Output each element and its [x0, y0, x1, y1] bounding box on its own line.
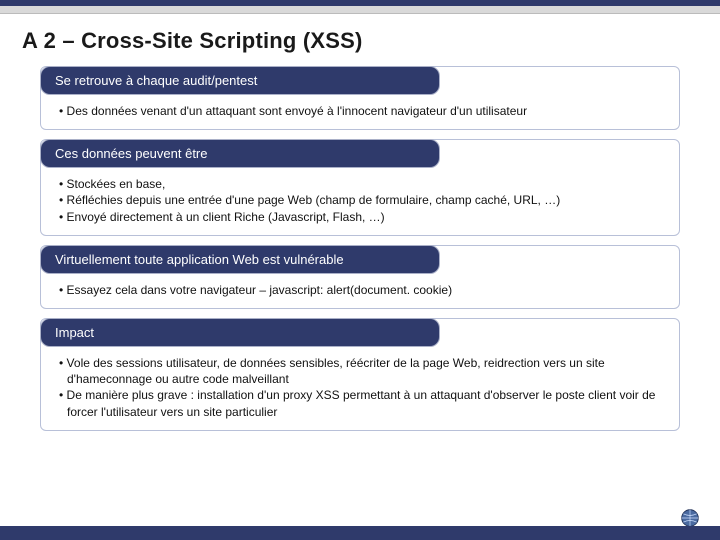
section-3-body: Essayez cela dans votre navigateur – jav…: [41, 274, 679, 308]
section-1-body: Des données venant d'un attaquant sont e…: [41, 95, 679, 129]
bullet: De manière plus grave : installation d'u…: [59, 387, 667, 419]
bullet: Vole des sessions utilisateur, de donnée…: [59, 355, 667, 387]
content-area: Se retrouve à chaque audit/pentest Des d…: [40, 66, 680, 440]
section-2-header: Ces données peuvent être: [40, 139, 440, 168]
bottom-accent-bar: [0, 526, 720, 540]
page-title: A 2 – Cross-Site Scripting (XSS): [22, 28, 363, 54]
top-gray-bar: [0, 6, 720, 14]
bullet: Envoyé directement à un client Riche (Ja…: [59, 209, 667, 225]
section-2: Ces données peuvent être Stockées en bas…: [40, 139, 680, 236]
bullet: Stockées en base,: [59, 176, 667, 192]
globe-icon: [680, 508, 700, 528]
bullet: Des données venant d'un attaquant sont e…: [59, 103, 667, 119]
section-1-header: Se retrouve à chaque audit/pentest: [40, 66, 440, 95]
section-3: Virtuellement toute application Web est …: [40, 245, 680, 309]
section-1: Se retrouve à chaque audit/pentest Des d…: [40, 66, 680, 130]
bullet: Réfléchies depuis une entrée d'une page …: [59, 192, 667, 208]
section-4-header: Impact: [40, 318, 440, 347]
bullet: Essayez cela dans votre navigateur – jav…: [59, 282, 667, 298]
section-3-header: Virtuellement toute application Web est …: [40, 245, 440, 274]
section-4: Impact Vole des sessions utilisateur, de…: [40, 318, 680, 431]
section-4-body: Vole des sessions utilisateur, de donnée…: [41, 347, 679, 430]
section-2-body: Stockées en base, Réfléchies depuis une …: [41, 168, 679, 235]
